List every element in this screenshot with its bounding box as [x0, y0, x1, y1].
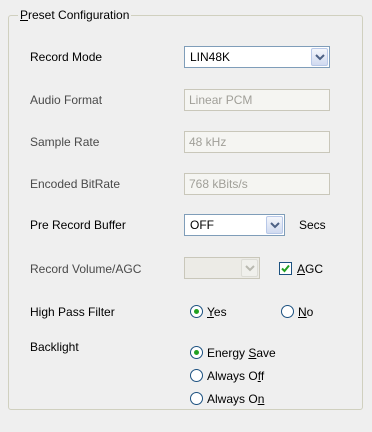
backlight-always-on-label[interactable]: Always On [207, 391, 264, 407]
chevron-down-icon [241, 259, 258, 277]
chevron-down-icon[interactable] [266, 216, 283, 234]
hpf-no-label[interactable]: No [298, 304, 313, 320]
record-mode-label: Record Mode [30, 50, 103, 64]
audio-format-field: Linear PCM [184, 89, 330, 111]
audio-format-label: Audio Format [30, 93, 103, 107]
chevron-down-icon[interactable] [311, 48, 328, 66]
radio-selected-dot [194, 350, 199, 355]
encoded-bitrate-field: 768 kBits/s [184, 173, 330, 195]
hpf-yes-radio[interactable] [190, 305, 203, 318]
pre-record-buffer-select[interactable]: OFF [184, 214, 285, 236]
high-pass-filter-label: High Pass Filter [30, 305, 115, 319]
pre-record-buffer-unit: Secs [299, 218, 326, 232]
pre-record-buffer-value: OFF [190, 218, 214, 232]
hpf-no-radio[interactable] [281, 305, 294, 318]
checkmark-icon [281, 264, 290, 273]
backlight-energy-save-label[interactable]: Energy Save [207, 345, 276, 361]
pre-record-buffer-label: Pre Record Buffer [30, 218, 126, 232]
agc-checkbox[interactable] [279, 262, 292, 275]
encoded-bitrate-label: Encoded BitRate [30, 177, 121, 191]
backlight-always-off-radio[interactable] [190, 369, 203, 382]
hpf-yes-label[interactable]: Yes [207, 304, 227, 320]
sample-rate-label: Sample Rate [30, 135, 100, 149]
backlight-always-on-radio[interactable] [190, 392, 203, 405]
sample-rate-field: 48 kHz [184, 131, 330, 153]
record-volume-select [184, 257, 260, 279]
record-mode-value: LIN48K [190, 50, 231, 64]
group-title: Preset Configuration [18, 8, 132, 22]
agc-label[interactable]: AGC [297, 261, 323, 277]
record-mode-select[interactable]: LIN48K [184, 46, 330, 68]
backlight-energy-save-radio[interactable] [190, 346, 203, 359]
record-volume-label: Record Volume/AGC [30, 262, 142, 276]
backlight-label: Backlight [30, 340, 79, 354]
radio-selected-dot [194, 309, 199, 314]
backlight-always-off-label[interactable]: Always Off [207, 368, 264, 384]
